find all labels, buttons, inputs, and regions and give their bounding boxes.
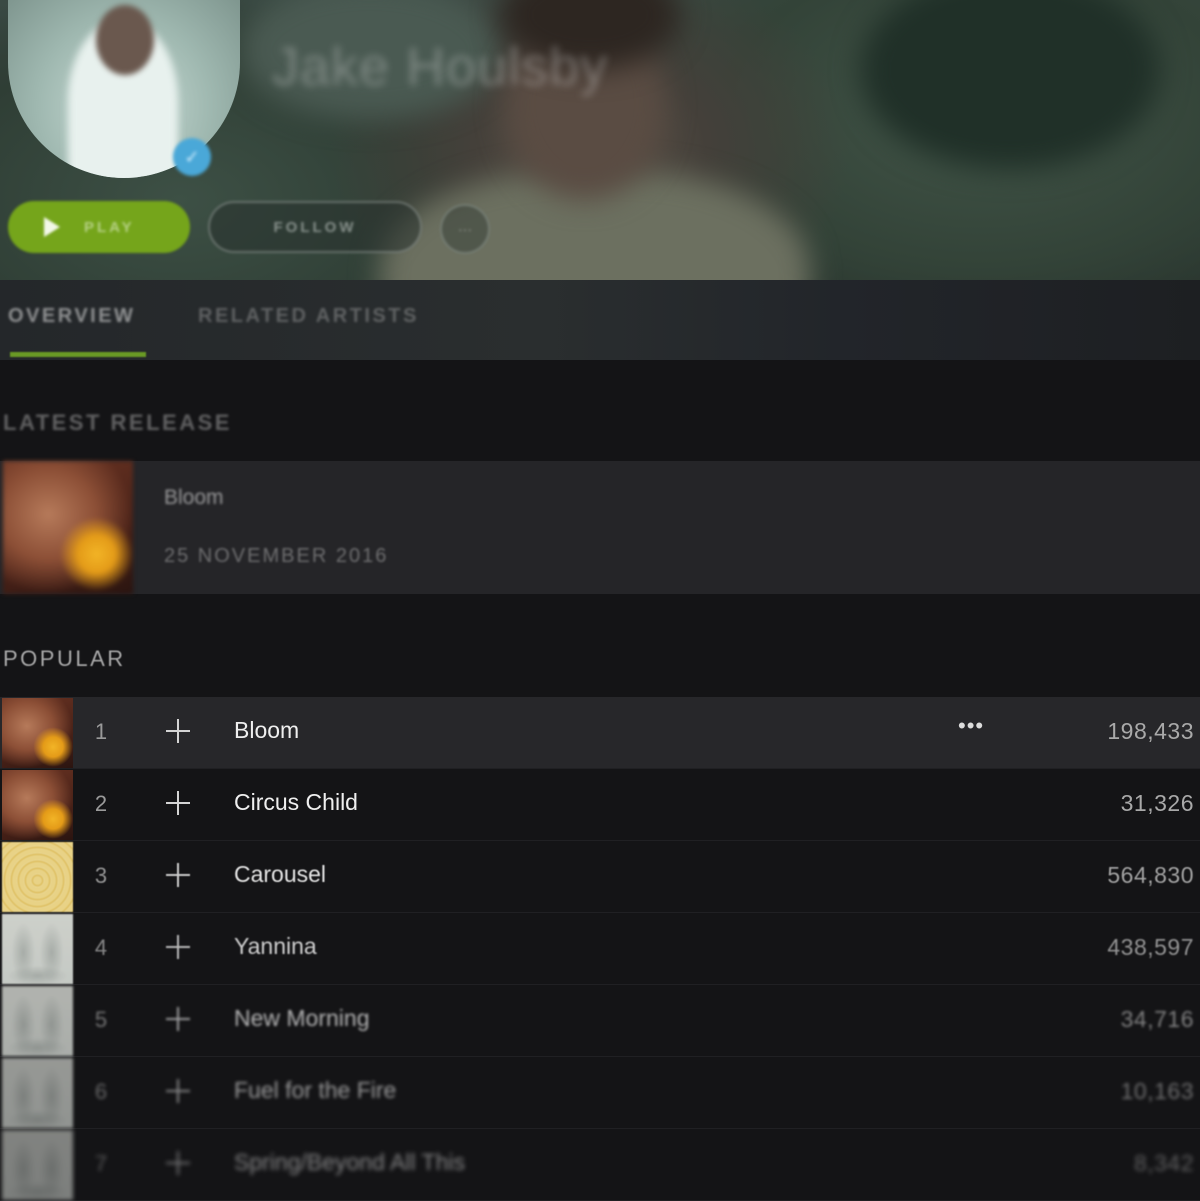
- track-row[interactable]: 7 Spring/Beyond All This 8,342: [0, 1129, 1200, 1201]
- track-name[interactable]: Carousel: [234, 861, 326, 888]
- track-row-content: 7 Spring/Beyond All This 8,342: [0, 1129, 1200, 1200]
- active-tab-indicator: [10, 352, 146, 357]
- tab-overview[interactable]: OVERVIEW: [8, 305, 135, 328]
- track-name[interactable]: Fuel for the Fire: [234, 1077, 396, 1104]
- track-name[interactable]: Circus Child: [234, 789, 358, 816]
- track-row[interactable]: 2 Circus Child 31,326: [0, 769, 1200, 841]
- track-play-count: 10,163: [1120, 1078, 1194, 1104]
- track-cover: [2, 698, 73, 768]
- track-play-count: 438,597: [1107, 934, 1194, 960]
- add-track-icon[interactable]: [164, 1005, 192, 1033]
- track-number: 5: [94, 1007, 108, 1032]
- track-play-count: 34,716: [1120, 1006, 1194, 1032]
- header-background: [860, 0, 1160, 170]
- latest-release-card[interactable]: [0, 461, 1200, 594]
- track-cover: [2, 914, 73, 984]
- track-row-content: 1 Bloom ••• 198,433: [0, 697, 1200, 768]
- track-row[interactable]: 5 New Morning 34,716: [0, 985, 1200, 1057]
- add-track-icon[interactable]: [164, 789, 192, 817]
- tab-bar: [0, 280, 1200, 360]
- track-cover: [2, 770, 73, 840]
- follow-button[interactable]: FOLLOW: [208, 201, 422, 253]
- track-number: 2: [94, 791, 108, 816]
- track-row-content: 2 Circus Child 31,326: [0, 769, 1200, 840]
- track-row[interactable]: 3 Carousel 564,830: [0, 841, 1200, 913]
- track-number: 6: [94, 1079, 108, 1104]
- track-name[interactable]: New Morning: [234, 1005, 370, 1032]
- more-options-icon: ···: [458, 221, 472, 237]
- track-row[interactable]: 6 Fuel for the Fire 10,163: [0, 1057, 1200, 1129]
- track-number: 1: [94, 719, 108, 744]
- add-track-icon[interactable]: [164, 933, 192, 961]
- track-more-options-icon[interactable]: •••: [958, 713, 984, 739]
- track-row-content: 4 Yannina 438,597: [0, 913, 1200, 984]
- track-row-content: 3 Carousel 564,830: [0, 841, 1200, 912]
- track-row-content: 5 New Morning 34,716: [0, 985, 1200, 1056]
- track-cover: [2, 986, 73, 1056]
- verified-badge-icon: ✓: [173, 138, 211, 176]
- popular-heading: POPULAR: [3, 646, 126, 671]
- tab-related-artists[interactable]: RELATED ARTISTS: [198, 305, 419, 328]
- track-number: 4: [94, 935, 108, 960]
- artist-name: Jake Houlsby: [272, 37, 609, 97]
- track-play-count: 564,830: [1107, 862, 1194, 888]
- latest-release-name[interactable]: Bloom: [164, 486, 224, 510]
- track-row[interactable]: 1 Bloom ••• 198,433: [0, 697, 1200, 769]
- track-name[interactable]: Bloom: [234, 717, 299, 744]
- track-row-content: 6 Fuel for the Fire 10,163: [0, 1057, 1200, 1128]
- track-number: 3: [94, 863, 108, 888]
- add-track-icon[interactable]: [164, 1077, 192, 1105]
- add-track-icon[interactable]: [164, 861, 192, 889]
- track-row[interactable]: 4 Yannina 438,597: [0, 913, 1200, 985]
- play-button[interactable]: PLAY: [8, 201, 190, 253]
- track-play-count: 8,342: [1133, 1150, 1194, 1176]
- add-track-icon[interactable]: [164, 1149, 192, 1177]
- add-track-icon[interactable]: [164, 717, 192, 745]
- more-options-button[interactable]: ···: [440, 204, 490, 254]
- avatar-face: [96, 5, 154, 75]
- latest-release-cover[interactable]: [3, 461, 133, 594]
- track-cover: [2, 842, 73, 912]
- track-name[interactable]: Yannina: [234, 933, 317, 960]
- latest-release-heading: LATEST RELEASE: [3, 410, 232, 435]
- track-number: 7: [94, 1151, 108, 1176]
- latest-release-date: 25 NOVEMBER 2016: [164, 545, 389, 567]
- track-play-count: 31,326: [1120, 790, 1194, 816]
- play-icon: [44, 217, 60, 237]
- track-cover: [2, 1130, 73, 1200]
- track-play-count: 198,433: [1107, 718, 1194, 744]
- play-button-label: PLAY: [84, 218, 135, 236]
- follow-button-label: FOLLOW: [273, 218, 357, 236]
- track-name[interactable]: Spring/Beyond All This: [234, 1149, 465, 1176]
- track-cover: [2, 1058, 73, 1128]
